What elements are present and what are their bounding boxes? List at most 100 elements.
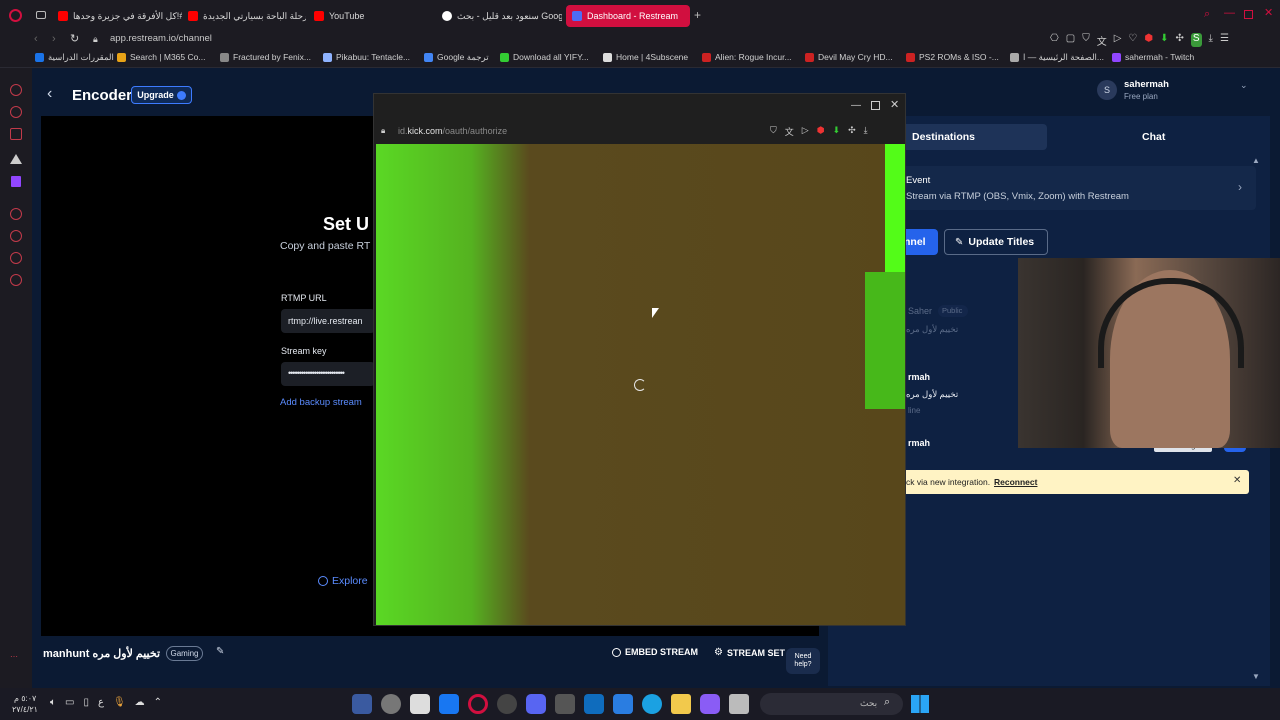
- tab-youtube-1[interactable]: كل الأفرقة في جزيرة وحدها!#: [52, 5, 182, 27]
- translate-icon[interactable]: 文: [1097, 33, 1107, 48]
- facebook-icon[interactable]: [439, 694, 459, 714]
- edge-icon[interactable]: [642, 694, 662, 714]
- edit-pencil-icon[interactable]: ✎: [216, 646, 224, 657]
- bookmark[interactable]: Google ترجمة: [424, 52, 489, 63]
- download-green-icon[interactable]: ⬇: [1160, 33, 1168, 47]
- profile-icon[interactable]: S: [1190, 33, 1202, 47]
- app-icon[interactable]: [381, 694, 401, 714]
- bookmark[interactable]: المقررات الدراسية: [35, 52, 114, 63]
- messenger-icon[interactable]: [10, 84, 22, 96]
- aria-icon[interactable]: [10, 154, 22, 164]
- menu-icon[interactable]: ☰: [1220, 33, 1229, 47]
- back-arrow-icon[interactable]: ‹: [47, 85, 52, 103]
- player-icon[interactable]: [10, 208, 22, 220]
- download-icon[interactable]: ⤓: [1209, 33, 1213, 47]
- stream-settings-button[interactable]: ⚙ STREAM SET: [714, 647, 785, 658]
- puzzle-icon[interactable]: ✣: [848, 125, 856, 138]
- bookmark[interactable]: sahermah - Twitch: [1112, 52, 1194, 62]
- update-titles-button[interactable]: ✎ Update Titles: [944, 229, 1048, 255]
- tab-restream-dashboard[interactable]: Dashboard - Restream: [566, 5, 690, 27]
- address-bar[interactable]: app.restream.io/channel: [110, 33, 212, 44]
- tab-chat[interactable]: Chat: [1142, 131, 1165, 143]
- maximize-icon[interactable]: [871, 101, 880, 110]
- tab-grid-icon[interactable]: [36, 11, 46, 19]
- tab-youtube-3[interactable]: YouTube: [308, 5, 428, 27]
- obs-icon[interactable]: [497, 694, 517, 714]
- file-explorer-icon[interactable]: [671, 694, 691, 714]
- translate-icon[interactable]: 文: [785, 125, 794, 138]
- extensions-icon[interactable]: [10, 252, 22, 264]
- download-icon[interactable]: ⤓: [864, 125, 868, 138]
- opera-icon[interactable]: [468, 694, 488, 714]
- minimize-icon[interactable]: —: [851, 101, 861, 111]
- start-icon[interactable]: [911, 695, 929, 713]
- bookmark[interactable]: Alien: Rogue Incur...: [702, 52, 792, 62]
- snapshot-icon[interactable]: ▢: [1066, 33, 1075, 47]
- bookmark[interactable]: Devil May Cry HD...: [805, 52, 893, 62]
- forward-icon[interactable]: ›: [52, 34, 56, 45]
- tab-google-search[interactable]: سنعود بعد قليل - بحث Google: [436, 5, 562, 27]
- network-icon[interactable]: ▭: [65, 697, 74, 708]
- chevron-down-icon[interactable]: ⌄: [1240, 80, 1248, 91]
- popup-url[interactable]: id.kick.com/oauth/authorize: [398, 126, 507, 136]
- adblock-icon[interactable]: ⬢: [1144, 33, 1153, 47]
- telegram-icon[interactable]: [10, 128, 22, 140]
- bookmark[interactable]: Fractured by Fenix...: [220, 52, 311, 62]
- need-help-button[interactable]: Need help?: [786, 648, 820, 674]
- reconnect-link[interactable]: Reconnect: [994, 477, 1037, 487]
- reload-icon[interactable]: ↻: [70, 34, 79, 45]
- notepad-icon[interactable]: [410, 694, 430, 714]
- scroll-up-icon[interactable]: ▲: [1252, 156, 1260, 165]
- back-icon[interactable]: ‹: [34, 34, 38, 45]
- event-card[interactable]: Event Stream via RTMP (OBS, Vmix, Zoom) …: [900, 166, 1256, 210]
- bookmark[interactable]: Download all YIFY...: [500, 52, 589, 62]
- bookmark[interactable]: Home | 4Subscene: [603, 52, 688, 62]
- adblock-icon[interactable]: ⬢: [817, 125, 825, 138]
- tab-destinations[interactable]: Destinations: [900, 124, 1047, 150]
- history-icon[interactable]: [10, 230, 22, 242]
- twitch-icon[interactable]: [11, 176, 21, 187]
- close-icon[interactable]: ✕: [1233, 475, 1241, 486]
- heart-icon[interactable]: ♡: [1128, 33, 1137, 47]
- bookmark[interactable]: Search | M365 Co...: [117, 52, 205, 62]
- rtmp-url-field[interactable]: rtmp://live.restrean: [281, 309, 375, 333]
- bookmark[interactable]: PS2 ROMs & ISO -...: [906, 52, 999, 62]
- bookmark[interactable]: الصفحة الرئيسية — ا...: [1010, 52, 1104, 63]
- puzzle-icon[interactable]: ✣: [1175, 33, 1183, 47]
- play-icon[interactable]: ▷: [1114, 33, 1122, 47]
- outlook-icon[interactable]: [584, 694, 604, 714]
- whatsapp-icon[interactable]: [10, 106, 22, 118]
- discord-icon[interactable]: [526, 694, 546, 714]
- language-indicator[interactable]: ع: [98, 697, 104, 708]
- opera-logo-icon[interactable]: [9, 9, 22, 22]
- shield-icon[interactable]: ⛉: [770, 125, 777, 138]
- taskbar-search[interactable]: بحث ⌕: [760, 693, 903, 715]
- bookmark[interactable]: Pikabuu: Tentacle...: [323, 52, 410, 62]
- explore-link[interactable]: Explore: [332, 575, 368, 587]
- play-icon[interactable]: ▷: [802, 125, 809, 138]
- settings-icon[interactable]: [10, 274, 22, 286]
- widgets-icon[interactable]: [352, 694, 372, 714]
- new-tab-button[interactable]: +: [694, 8, 701, 22]
- tab-youtube-2[interactable]: رحلة الباحة بسيارتي الجديدة: [182, 5, 306, 27]
- avatar[interactable]: S: [1097, 80, 1117, 100]
- add-backup-stream-link[interactable]: Add backup stream: [280, 397, 362, 408]
- minimize-window-icon[interactable]: —: [1224, 8, 1235, 19]
- task-view-icon[interactable]: [729, 694, 749, 714]
- microphone-icon[interactable]: 🎙︎: [113, 697, 126, 708]
- shield-icon[interactable]: ⛉: [1082, 33, 1090, 47]
- cheat-engine-icon[interactable]: [555, 694, 575, 714]
- close-icon[interactable]: ✕: [890, 100, 899, 111]
- volume-icon[interactable]: 🔈︎: [50, 697, 56, 708]
- scroll-down-icon[interactable]: ▼: [1252, 672, 1260, 681]
- stream-key-field[interactable]: ••••••••••••••••••••••••••: [281, 362, 375, 386]
- extension-icon[interactable]: ⎔: [1050, 33, 1059, 47]
- search-tabs-icon[interactable]: ⌕: [1204, 9, 1210, 20]
- upgrade-button[interactable]: Upgrade: [131, 86, 192, 104]
- sidebar-more-icon[interactable]: ⋯: [10, 652, 18, 661]
- close-window-icon[interactable]: ✕: [1264, 8, 1273, 19]
- download-green-icon[interactable]: ⬇: [833, 125, 841, 138]
- copilot-icon[interactable]: [700, 694, 720, 714]
- chevron-up-icon[interactable]: ⌃: [154, 697, 162, 708]
- store-icon[interactable]: [613, 694, 633, 714]
